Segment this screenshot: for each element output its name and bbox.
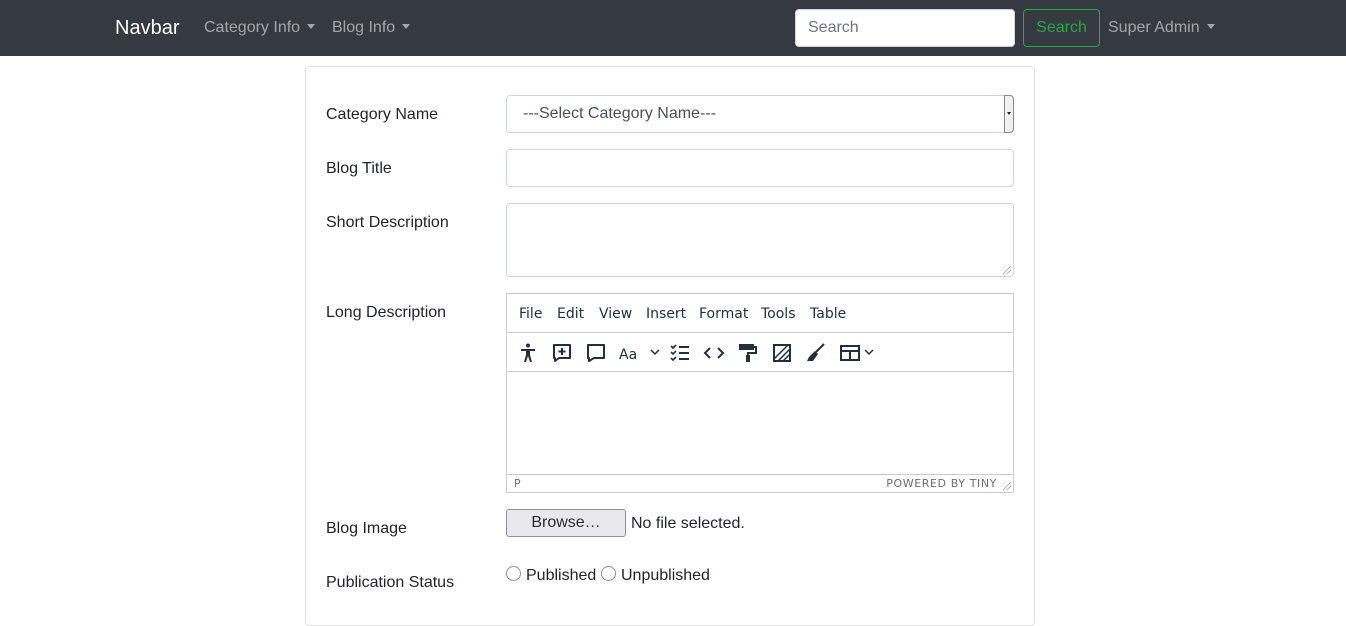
- editor-toolbar: Aa: [507, 333, 1013, 372]
- menu-format[interactable]: Format: [699, 306, 748, 322]
- image-tools-icon[interactable]: [770, 341, 794, 365]
- navbar-brand[interactable]: Navbar: [115, 16, 179, 40]
- resize-handle-icon[interactable]: [1003, 482, 1011, 490]
- source-code-icon[interactable]: [702, 341, 726, 365]
- browse-button[interactable]: Browse…: [506, 509, 626, 537]
- menu-view[interactable]: View: [599, 306, 632, 322]
- menu-edit[interactable]: Edit: [557, 306, 584, 322]
- search-button[interactable]: Search: [1023, 9, 1100, 47]
- format-painter-icon[interactable]: [736, 341, 760, 365]
- published-radio[interactable]: [506, 566, 521, 581]
- editor-statusbar: P POWERED BY TINY: [507, 474, 1013, 492]
- long-description-label: Long Description: [326, 304, 447, 321]
- short-description-textarea[interactable]: [506, 203, 1014, 277]
- file-status-text: No file selected.: [631, 515, 745, 532]
- category-select[interactable]: ---Select Category Name---: [506, 95, 1014, 133]
- blog-image-label: Blog Image: [326, 520, 407, 537]
- accessibility-icon[interactable]: [516, 341, 540, 365]
- chevron-down-icon[interactable]: [650, 347, 660, 357]
- editor-content-area[interactable]: [507, 373, 1013, 474]
- blog-title-input[interactable]: [506, 149, 1014, 187]
- blog-title-label: Blog Title: [326, 160, 392, 177]
- blog-info-label: Blog Info: [332, 19, 396, 36]
- category-name-label: Category Name: [326, 106, 439, 123]
- category-info-label: Category Info: [204, 19, 301, 36]
- caret-down-icon: [402, 24, 411, 29]
- user-menu-dropdown[interactable]: Super Admin: [1108, 18, 1215, 38]
- chevron-down-icon[interactable]: [864, 347, 874, 357]
- caret-down-icon: [307, 24, 316, 29]
- resize-handle-icon[interactable]: [1003, 266, 1011, 274]
- unpublished-radio[interactable]: [601, 566, 616, 581]
- checklist-icon[interactable]: [668, 341, 692, 365]
- element-path[interactable]: P: [514, 477, 521, 490]
- menu-tools[interactable]: Tools: [761, 306, 796, 322]
- published-label: Published: [526, 567, 597, 584]
- unpublished-label: Unpublished: [621, 567, 710, 584]
- add-comment-icon[interactable]: [550, 341, 574, 365]
- menu-table[interactable]: Table: [810, 306, 846, 322]
- category-info-dropdown[interactable]: Category Info: [204, 18, 316, 38]
- publication-status-label: Publication Status: [326, 574, 455, 591]
- editor-menubar: File Edit View Insert Format Tools Table: [507, 294, 1013, 333]
- clear-format-icon[interactable]: [804, 341, 828, 365]
- menu-file[interactable]: File: [519, 306, 542, 322]
- comment-icon[interactable]: [584, 341, 608, 365]
- short-description-label: Short Description: [326, 214, 449, 231]
- menu-insert[interactable]: Insert: [646, 306, 686, 322]
- caret-down-icon: [1206, 24, 1215, 29]
- category-select-value: ---Select Category Name---: [523, 105, 716, 122]
- table-icon[interactable]: [838, 341, 862, 365]
- blog-info-dropdown[interactable]: Blog Info: [332, 18, 411, 38]
- user-menu-label: Super Admin: [1108, 19, 1200, 36]
- search-input[interactable]: [795, 9, 1015, 47]
- font-format-icon[interactable]: Aa: [618, 341, 642, 365]
- powered-by-tiny-link[interactable]: POWERED BY TINY: [886, 477, 997, 490]
- select-dropdown-icon[interactable]: [1004, 95, 1014, 133]
- top-navbar: Navbar Category Info Blog Info Search Su…: [0, 0, 1346, 56]
- svg-text:Aa: Aa: [619, 347, 637, 363]
- rich-text-editor: File Edit View Insert Format Tools Table…: [506, 293, 1014, 493]
